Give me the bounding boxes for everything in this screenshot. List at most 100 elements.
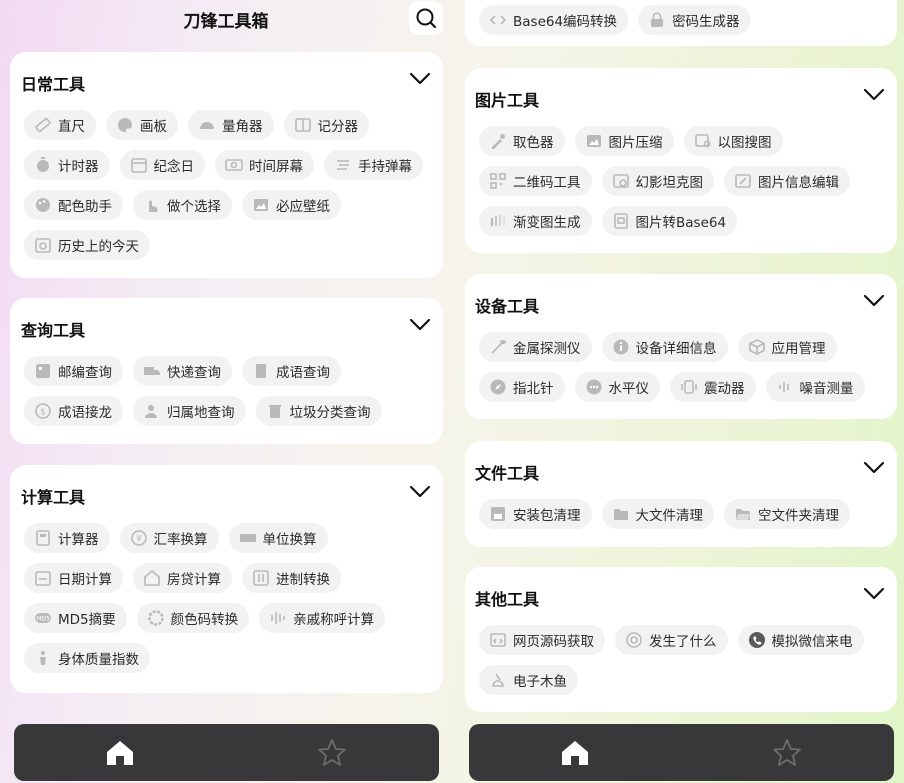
tool-chip[interactable]: 图片压缩: [574, 126, 674, 156]
search-button[interactable]: [409, 1, 443, 35]
image-compress-icon: [585, 132, 603, 150]
tool-chip[interactable]: 计时器: [24, 150, 110, 180]
tool-chip-label: 纪念日: [153, 159, 195, 175]
tool-chip[interactable]: 水平仪: [574, 372, 660, 402]
chevron-down-icon[interactable]: [409, 485, 431, 499]
date-calc-icon: [34, 569, 52, 587]
tool-chip[interactable]: ¥ 汇率换算: [119, 523, 219, 553]
tool-chip[interactable]: 单位换算: [228, 523, 328, 553]
tool-chip[interactable]: 图片信息编辑: [724, 166, 850, 196]
chevron-down-icon[interactable]: [409, 318, 431, 332]
card-header[interactable]: 计算工具: [10, 465, 443, 521]
tool-chip[interactable]: 指北针: [479, 372, 565, 402]
chevron-down-icon[interactable]: [863, 88, 885, 102]
tool-chip-label: 历史上的今天: [58, 239, 139, 255]
tool-chip-label: 单位换算: [262, 532, 317, 548]
tool-chip-label: 噪音测量: [799, 381, 854, 397]
tool-chip[interactable]: 归属地查询: [133, 396, 246, 426]
tool-chip[interactable]: 快递查询: [133, 356, 232, 386]
tool-chip[interactable]: 进制转换: [242, 563, 341, 593]
bottom-nav: [14, 724, 439, 781]
tool-chip[interactable]: 大文件清理: [601, 499, 714, 529]
tool-chip[interactable]: 图片转Base64: [601, 206, 738, 236]
chip-row: 渐变图生成 图片转Base64: [479, 206, 883, 236]
chevron-down-icon[interactable]: [409, 72, 431, 86]
card-title: 其他工具: [475, 590, 540, 609]
tool-chip[interactable]: 计算器: [24, 523, 110, 553]
tool-chip[interactable]: 量角器: [188, 110, 274, 140]
card-header[interactable]: 设备工具: [465, 274, 897, 330]
chip-group: Base64编码转换 密码生成器: [465, 0, 897, 35]
tool-chip-label: 垃圾分类查询: [289, 405, 371, 421]
chevron-down-icon[interactable]: [863, 587, 885, 601]
tool-chip-label: 震动器: [704, 381, 745, 397]
card-header[interactable]: 查询工具: [10, 298, 443, 354]
tool-chip[interactable]: 以图搜图: [683, 126, 783, 156]
tool-chip[interactable]: 幻影坦克图: [601, 166, 714, 196]
tool-chip[interactable]: 取色器: [479, 126, 565, 156]
tool-chip[interactable]: 应用管理: [737, 332, 837, 362]
card-header[interactable]: 日常工具: [10, 52, 443, 108]
home-icon[interactable]: [561, 740, 589, 766]
tool-chip[interactable]: 垃圾分类查询: [255, 396, 382, 426]
tool-chip[interactable]: 颜色码转换: [136, 603, 250, 633]
tool-chip[interactable]: 记分器: [283, 110, 369, 140]
card-header[interactable]: 文件工具: [465, 441, 897, 497]
wooden-fish-icon: [489, 671, 507, 689]
tool-chip[interactable]: Base64编码转换: [479, 5, 629, 35]
truck-icon: [143, 362, 161, 380]
tool-chip[interactable]: 金属探测仪: [479, 332, 592, 362]
chevron-down-icon[interactable]: [863, 461, 885, 475]
tool-chip[interactable]: 密码生成器: [638, 5, 751, 35]
card-header[interactable]: 图片工具: [465, 68, 897, 124]
tool-chip[interactable]: 画板: [106, 110, 178, 140]
tool-chip[interactable]: 房贷计算: [133, 563, 232, 593]
tool-chip[interactable]: 日期计算: [24, 563, 123, 593]
tool-chip[interactable]: 历史上的今天: [24, 230, 150, 260]
chip-row: 金属探测仪 设备详细信息 应用管理: [479, 332, 883, 362]
tool-chip[interactable]: 邮编查询: [24, 356, 123, 386]
tool-chip-label: 二维码工具: [513, 175, 581, 191]
star-icon[interactable]: [317, 738, 347, 767]
tool-chip[interactable]: 渐变图生成: [479, 206, 592, 236]
right-screen: Base64编码转换 密码生成器 图片工具 取色器 图片压缩 以图搜图二维码工具 幻影坦…: [452, 0, 904, 783]
tool-chip[interactable]: 纪念日: [119, 150, 205, 180]
tool-chip[interactable]: 做个选择: [133, 190, 232, 220]
tool-chip-label: 大文件清理: [635, 508, 704, 524]
tool-chip[interactable]: $ 成语接龙: [24, 396, 123, 426]
tool-chip[interactable]: 空文件夹清理: [724, 499, 850, 529]
card-header[interactable]: 其他工具: [465, 567, 897, 623]
stopwatch-icon: [34, 156, 52, 174]
tool-chip-label: 安装包清理: [513, 508, 581, 524]
tool-chip[interactable]: 成语查询: [242, 356, 341, 386]
chevron-down-icon[interactable]: [863, 294, 885, 308]
chip-row: 指北针 水平仪 震动器 噪音测量: [479, 372, 883, 402]
card-file-tools: 文件工具 安装包清理 大文件清理 空文件夹清理: [465, 441, 897, 547]
chip-row: $ 成语接龙 归属地查询 垃圾分类查询: [24, 396, 429, 426]
tool-chip[interactable]: 发生了什么: [615, 625, 728, 655]
tool-chip-label: Base64编码转换: [513, 14, 618, 30]
tool-chip[interactable]: 设备详细信息: [601, 332, 728, 362]
tool-chip[interactable]: 身体质量指数: [24, 643, 150, 673]
tool-chip[interactable]: 亲戚称呼计算: [259, 603, 386, 633]
tool-chip-label: 颜色码转换: [170, 612, 239, 628]
tool-chip[interactable]: 直尺: [24, 110, 96, 140]
chip-row: 配色助手 做个选择 必应壁纸: [24, 190, 429, 220]
tool-chip[interactable]: 震动器: [670, 372, 756, 402]
star-icon[interactable]: [772, 738, 802, 767]
tool-chip[interactable]: MD5 MD5摘要: [24, 603, 127, 633]
tool-chip[interactable]: 模拟微信来电: [737, 625, 864, 655]
tool-chip[interactable]: 配色助手: [24, 190, 123, 220]
home-icon[interactable]: [106, 740, 134, 766]
tool-chip[interactable]: 安装包清理: [479, 499, 592, 529]
tool-chip[interactable]: 时间屏幕: [215, 150, 314, 180]
tool-chip[interactable]: 二维码工具: [479, 166, 592, 196]
tool-chip[interactable]: 手持弹幕: [324, 150, 423, 180]
chip-row: 历史上的今天: [24, 230, 429, 260]
tool-chip[interactable]: 网页源码获取: [479, 625, 605, 655]
tool-chip[interactable]: 必应壁纸: [242, 190, 341, 220]
tool-chip[interactable]: 电子木鱼: [479, 665, 578, 695]
scoreboard-icon: [294, 116, 312, 134]
tool-chip[interactable]: 噪音测量: [765, 372, 865, 402]
protractor-icon: [198, 116, 216, 134]
